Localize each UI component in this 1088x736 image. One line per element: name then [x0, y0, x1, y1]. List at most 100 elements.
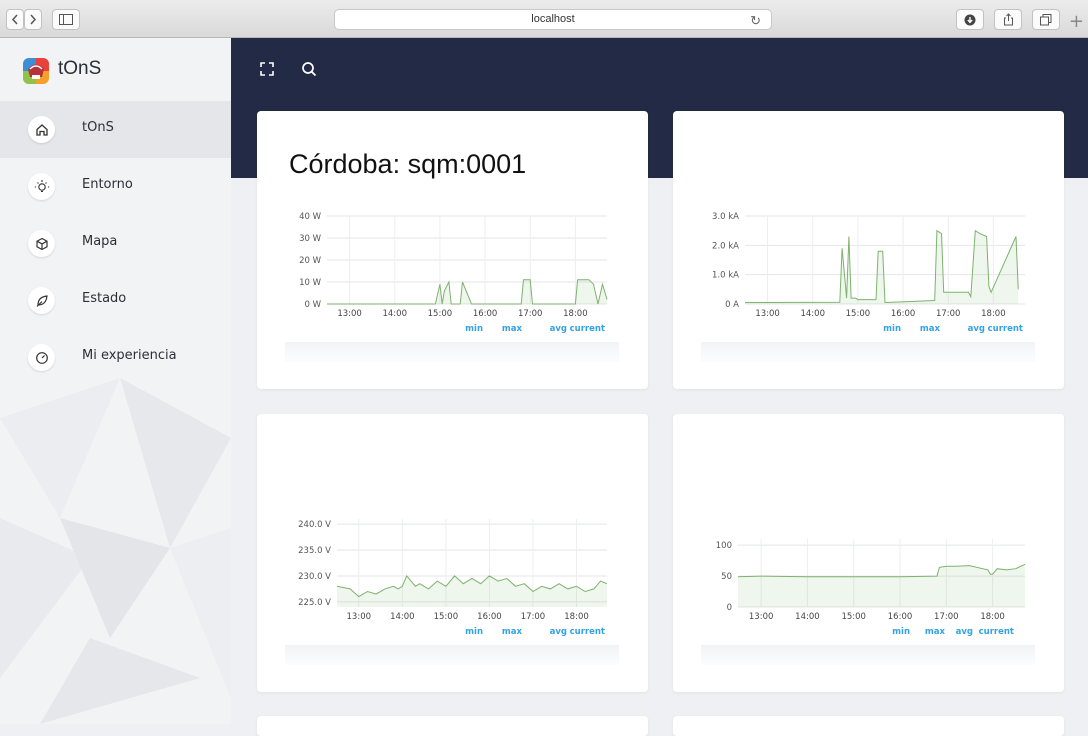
- sidebar-item-label: Estado: [82, 291, 127, 306]
- tabs-icon: [1040, 13, 1052, 25]
- legend-max-header: max: [502, 324, 523, 334]
- x-tick-label: 18:00: [980, 612, 1005, 622]
- brand-name: tOnS: [58, 58, 102, 79]
- address-bar[interactable]: localhost ↻: [334, 9, 772, 30]
- series-area: [738, 564, 1025, 607]
- cube-icon: [28, 230, 55, 257]
- x-tick-label: 15:00: [846, 309, 871, 319]
- y-tick-label: 1.0 kA: [712, 271, 739, 281]
- legend-current-header: current: [570, 627, 605, 637]
- brand[interactable]: tOnS: [0, 38, 231, 101]
- x-tick-label: 17:00: [521, 612, 546, 622]
- chart[interactable]: 0 W 10 W 20 W 30 W 40 W 13:00 14:00 15:00 16:00 1…: [257, 206, 648, 346]
- x-tick-label: 13:00: [337, 309, 362, 319]
- x-tick-label: 18:00: [981, 309, 1006, 319]
- tabs-overview-button[interactable]: [1032, 9, 1060, 30]
- x-tick-label: 13:00: [755, 309, 780, 319]
- legend-min-header: min: [892, 627, 910, 637]
- sidebar-item-tons[interactable]: tOnS: [0, 101, 231, 158]
- sidebar-item-mi-experiencia[interactable]: Mi experiencia: [0, 329, 231, 386]
- legend-avg-header: avg: [550, 627, 567, 637]
- x-tick-label: 17:00: [936, 309, 961, 319]
- chart[interactable]: 0 50 100 13:00 14:00 15:00 16:00 17:00 18:00 min m…: [673, 509, 1064, 649]
- x-tick-label: 16:00: [473, 309, 498, 319]
- y-tick-label: 240.0 V: [298, 520, 331, 530]
- gauge-icon: [28, 344, 55, 371]
- y-tick-label: 3.0 kA: [712, 212, 739, 222]
- search-icon[interactable]: [300, 60, 318, 78]
- legend-table: [701, 645, 1035, 665]
- y-tick-label: 10 W: [299, 278, 322, 288]
- x-tick-label: 18:00: [563, 309, 588, 319]
- share-button[interactable]: [994, 9, 1022, 30]
- legend-avg-header: avg: [550, 324, 567, 334]
- reload-icon[interactable]: ↻: [750, 11, 761, 30]
- sidebar-item-label: Entorno: [82, 177, 133, 192]
- legend-min-header: min: [883, 324, 901, 334]
- x-tick-label: 14:00: [390, 612, 415, 622]
- y-tick-label: 30 W: [299, 234, 322, 244]
- legend-current-header: current: [988, 324, 1023, 334]
- x-tick-label: 17:00: [518, 309, 543, 319]
- y-tick-label: 20 W: [299, 256, 322, 266]
- y-tick-label: 2.0 kA: [712, 241, 739, 251]
- panel-title: Córdoba: sqm:0001: [289, 149, 527, 179]
- sidebar-item-label: Mi experiencia: [82, 348, 177, 363]
- legend-current-header: current: [570, 324, 605, 334]
- sidebar-item-label: tOnS: [82, 120, 114, 135]
- sidebar-item-estado[interactable]: Estado: [0, 272, 231, 329]
- panel-card: Córdoba: sqm:0001 0 W 10 W 20 W 30 W 40 W 13:…: [257, 111, 648, 389]
- legend-max-header: max: [502, 627, 523, 637]
- legend-avg-header: avg: [968, 324, 985, 334]
- legend-avg-header: avg: [956, 627, 973, 637]
- x-tick-label: 16:00: [891, 309, 916, 319]
- y-tick-label: 100: [716, 541, 732, 551]
- x-tick-label: 18:00: [564, 612, 589, 622]
- legend-table: [701, 342, 1035, 362]
- forward-button[interactable]: [24, 9, 42, 30]
- x-tick-label: 16:00: [477, 612, 502, 622]
- panel-card: [673, 716, 1064, 736]
- sidebar-item-mapa[interactable]: Mapa: [0, 215, 231, 272]
- chart[interactable]: 225.0 V 230.0 V 235.0 V 240.0 V 13:00 14:00 15…: [257, 509, 648, 649]
- chevron-left-icon: [11, 14, 18, 25]
- browser-toolbar: localhost ↻ +: [0, 0, 1088, 38]
- leaf-icon: [28, 287, 55, 314]
- y-tick-label: 225.0 V: [298, 598, 331, 608]
- sidebar-toggle-button[interactable]: [52, 9, 80, 30]
- panel-card: 0 50 100 13:00 14:00 15:00 16:00 17:00 18:00 min m…: [673, 414, 1064, 692]
- x-tick-label: 15:00: [428, 309, 453, 319]
- series-area: [337, 575, 607, 607]
- chart[interactable]: 0 A 1.0 kA 2.0 kA 3.0 kA 13:00 14:00 15:00 16:0…: [673, 206, 1064, 346]
- y-tick-label: 0 W: [304, 300, 321, 310]
- chevron-right-icon: [30, 14, 37, 25]
- x-tick-label: 17:00: [934, 612, 959, 622]
- sidebar-item-entorno[interactable]: Entorno: [0, 158, 231, 215]
- series-area: [745, 230, 1019, 304]
- downloads-button[interactable]: [956, 9, 984, 30]
- x-tick-label: 15:00: [434, 612, 459, 622]
- legend-max-header: max: [920, 324, 941, 334]
- sidebar-icon: [59, 14, 73, 25]
- legend-min-header: min: [465, 627, 483, 637]
- x-tick-label: 16:00: [888, 612, 913, 622]
- y-tick-label: 50: [721, 572, 732, 582]
- new-tab-icon[interactable]: +: [1069, 13, 1084, 31]
- legend-table: [285, 342, 619, 362]
- sidebar-item-label: Mapa: [82, 234, 118, 249]
- background-pattern: [0, 378, 231, 724]
- legend-min-header: min: [465, 324, 483, 334]
- legend-max-header: max: [925, 627, 946, 637]
- x-tick-label: 13:00: [347, 612, 372, 622]
- x-tick-label: 14:00: [800, 309, 825, 319]
- panel-card: [257, 716, 648, 736]
- back-button[interactable]: [6, 9, 24, 30]
- fullscreen-icon[interactable]: [258, 60, 276, 78]
- panel-card: 225.0 V 230.0 V 235.0 V 240.0 V 13:00 14:00 15…: [257, 414, 648, 692]
- legend-table: [285, 645, 619, 665]
- download-icon: [964, 14, 976, 25]
- url-text: localhost: [531, 13, 575, 25]
- sidebar: tOnS tOnS Entorno Mapa Estado Mi experie…: [0, 38, 231, 724]
- panel-card: 0 A 1.0 kA 2.0 kA 3.0 kA 13:00 14:00 15:00 16:0…: [673, 111, 1064, 389]
- y-tick-label: 0 A: [725, 300, 739, 310]
